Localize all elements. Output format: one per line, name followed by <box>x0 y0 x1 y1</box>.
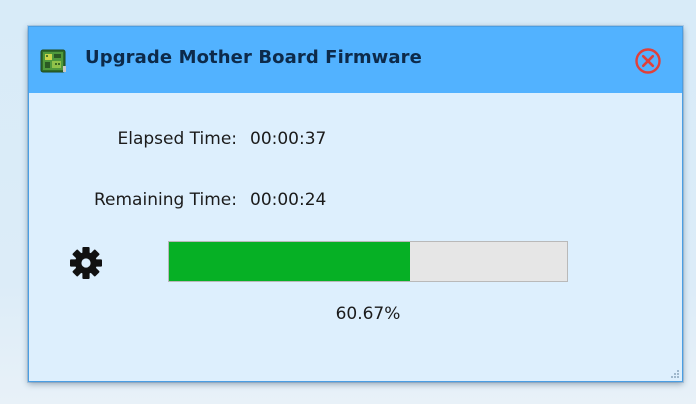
title-bar[interactable]: Upgrade Mother Board Firmware <box>29 27 682 93</box>
gear-icon <box>70 247 102 279</box>
window-title: Upgrade Mother Board Firmware <box>85 47 422 68</box>
progress-percent: 60.67% <box>335 304 401 324</box>
progress-bar-fill <box>169 242 410 281</box>
progress-bar <box>168 241 568 282</box>
firmware-upgrade-dialog: Upgrade Mother Board Firmware Elapsed Ti… <box>28 26 683 382</box>
remaining-time-value: 00:00:24 <box>250 190 327 210</box>
remaining-time-label: Remaining Time: <box>93 190 237 210</box>
elapsed-time-label: Elapsed Time: <box>117 129 237 149</box>
resize-grip-icon[interactable] <box>670 369 680 379</box>
close-icon[interactable] <box>633 46 663 76</box>
elapsed-time-value: 00:00:37 <box>250 129 327 149</box>
circuit-board-icon <box>40 49 66 73</box>
